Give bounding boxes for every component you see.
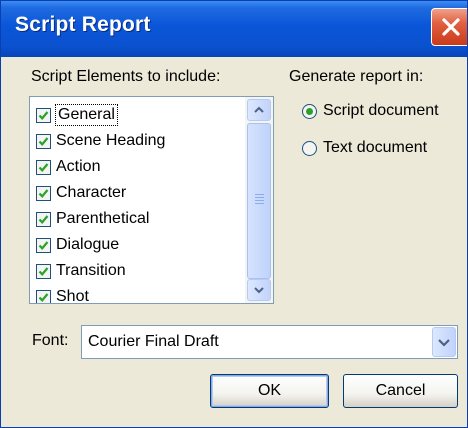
checkmark-icon (38, 293, 49, 302)
script-report-dialog: Script Report Script Elements to include… (0, 0, 468, 428)
checkbox[interactable] (36, 160, 51, 175)
checkbox[interactable] (36, 264, 51, 279)
font-select-value: Courier Final Draft (88, 333, 219, 350)
thumb-grip (255, 203, 264, 204)
font-dropdown-button[interactable] (432, 327, 456, 357)
checkmark-icon (38, 137, 49, 146)
radio-text-document[interactable] (302, 141, 317, 156)
list-item-label: Parenthetical (56, 210, 150, 227)
list-item[interactable]: Parenthetical (30, 208, 244, 233)
scroll-up-button[interactable] (247, 99, 271, 121)
checkmark-icon (38, 111, 49, 120)
list-item[interactable]: Shot (30, 286, 244, 304)
checkmark-icon (38, 241, 49, 250)
list-item[interactable]: Character (30, 182, 244, 207)
elements-list[interactable]: General Scene Heading Action Character P… (29, 96, 274, 304)
ok-button[interactable]: OK (210, 374, 329, 408)
elements-label: Script Elements to include: (31, 68, 221, 85)
list-item-label: Scene Heading (56, 132, 166, 149)
close-icon (442, 18, 460, 36)
list-item[interactable]: Action (30, 156, 244, 181)
list-item-label: Action (56, 158, 101, 175)
checkbox[interactable] (36, 290, 51, 303)
title-bar[interactable]: Script Report (1, 1, 467, 57)
list-item[interactable]: Dialogue (30, 234, 244, 259)
radio-dot (306, 108, 313, 115)
checkbox[interactable] (36, 212, 51, 227)
list-item-label: Character (56, 184, 127, 201)
window-title: Script Report (15, 13, 151, 36)
list-scrollbar[interactable] (245, 97, 273, 303)
list-item-label: Shot (56, 288, 89, 304)
chevron-down-icon (438, 339, 450, 347)
scroll-down-button[interactable] (247, 279, 271, 301)
checkmark-icon (38, 189, 49, 198)
scroll-thumb[interactable] (247, 123, 271, 279)
checkbox[interactable] (36, 108, 51, 123)
radio-script-document-label[interactable]: Script document (323, 102, 439, 120)
font-label: Font: (32, 332, 69, 349)
cancel-button[interactable]: Cancel (343, 374, 458, 408)
radio-script-document[interactable] (302, 104, 317, 119)
list-item[interactable]: General (30, 104, 244, 129)
list-item-label: Transition (56, 262, 126, 279)
list-item-label: Dialogue (56, 236, 120, 253)
thumb-grip (255, 197, 264, 198)
list-item[interactable]: Transition (30, 260, 244, 285)
thumb-grip (255, 200, 264, 201)
checkmark-icon (38, 267, 49, 276)
list-item[interactable]: Scene Heading (30, 130, 244, 155)
font-select[interactable]: Courier Final Draft (81, 325, 458, 359)
close-button[interactable] (431, 8, 467, 46)
checkmark-icon (38, 215, 49, 224)
checkmark-icon (38, 163, 49, 172)
list-item-label: General (55, 104, 118, 126)
report-label: Generate report in: (289, 68, 424, 85)
chevron-up-icon (254, 106, 264, 113)
thumb-grip (255, 194, 264, 195)
radio-text-document-label[interactable]: Text document (323, 139, 427, 157)
checkbox[interactable] (36, 238, 51, 253)
chevron-down-icon (254, 287, 264, 294)
checkbox[interactable] (36, 186, 51, 201)
checkbox[interactable] (36, 134, 51, 149)
